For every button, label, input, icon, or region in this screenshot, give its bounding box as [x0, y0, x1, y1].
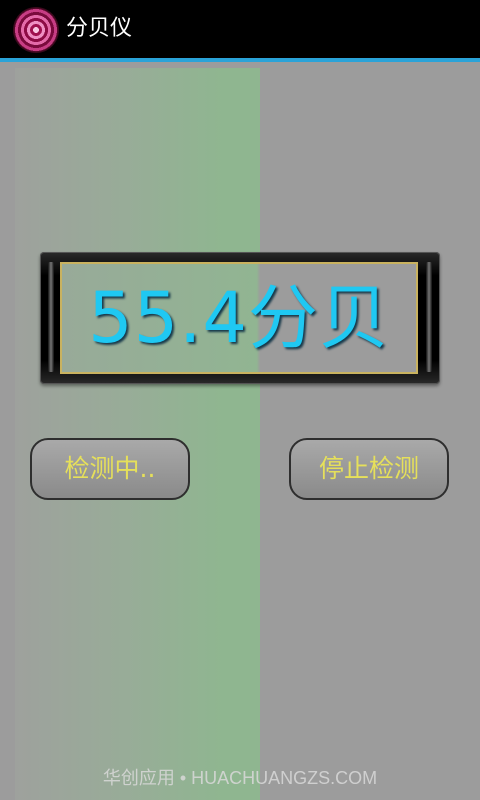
level-indicator-top-gap — [15, 62, 260, 68]
target-logo-icon — [14, 8, 58, 52]
app-screen: 分贝仪 55.4分贝 检测中.. 停止检测 华创应用 • HUACHUANGZS… — [0, 0, 480, 800]
frame-edge-left — [48, 262, 54, 372]
watermark-text: 华创应用 • HUACHUANGZS.COM — [102, 768, 378, 788]
stop-detection-button[interactable]: 停止检测 — [289, 438, 449, 500]
left-margin-panel — [0, 62, 15, 800]
title-bar: 分贝仪 — [0, 0, 480, 58]
right-background-panel — [260, 62, 480, 800]
level-indicator-panel — [15, 62, 260, 800]
app-title: 分贝仪 — [66, 16, 133, 41]
detecting-button[interactable]: 检测中.. — [30, 438, 190, 500]
frame-edge-right — [426, 262, 432, 372]
decibel-reading: 55.4分贝 — [88, 277, 390, 359]
